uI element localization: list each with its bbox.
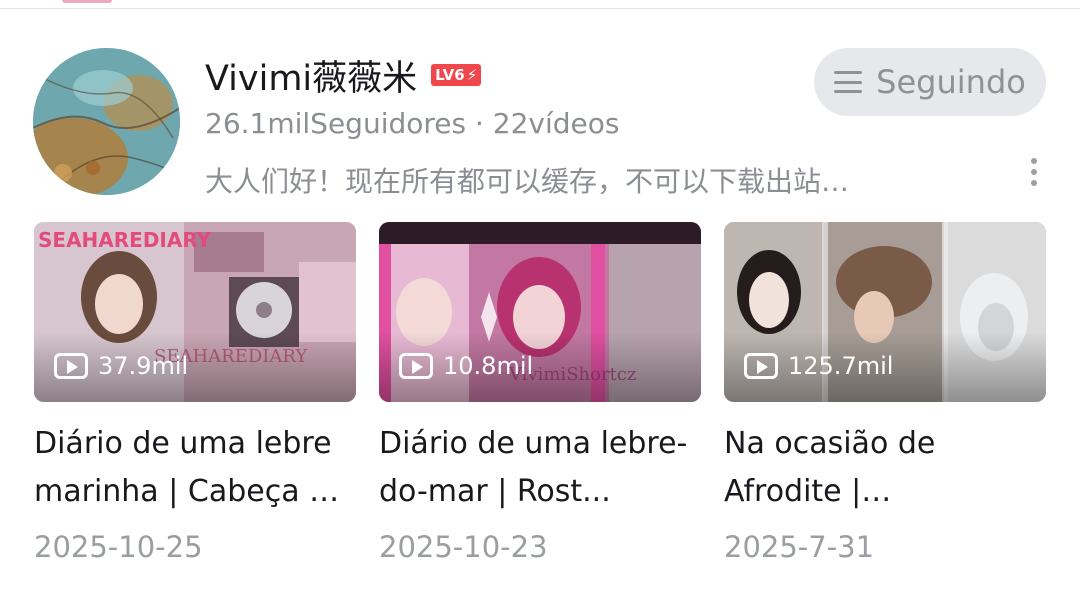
video-thumbnail[interactable]: SEAHAREDIARY SEAHAREDIARY 37.9mil [34, 222, 356, 402]
video-title[interactable]: Na ocasião de Afrodite | Acelerado... [724, 420, 1046, 516]
lightning-icon: ⚡ [466, 66, 478, 84]
video-title[interactable]: Diário de uma lebre marinha | Cabeça e .… [34, 420, 356, 516]
avatar-image [33, 48, 180, 195]
view-count: 125.7mil [744, 352, 893, 380]
video-thumbnail[interactable]: VivimiShortcz 10.8mil [379, 222, 701, 402]
channel-stats: 26.1milSeguidores · 22vídeos [205, 107, 620, 140]
view-count-text: 10.8mil [443, 352, 534, 380]
video-title[interactable]: Diário de uma lebre-do-mar | Rost... [379, 420, 701, 516]
channel-name[interactable]: Vivimi薇薇米 [205, 50, 417, 101]
top-divider [0, 0, 1080, 9]
view-count: 37.9mil [54, 352, 188, 380]
more-dot [1031, 180, 1037, 186]
view-count-text: 37.9mil [98, 352, 189, 380]
channel-avatar[interactable] [33, 48, 180, 195]
video-date: 2025-10-23 [379, 530, 548, 564]
play-icon [399, 353, 433, 379]
video-date: 2025-7-31 [724, 530, 875, 564]
more-vertical-icon[interactable] [1018, 152, 1050, 192]
view-count-text: 125.7mil [788, 352, 894, 380]
video-card[interactable]: VivimiShortcz 10.8mil Diário de uma lebr… [379, 222, 701, 564]
more-dot [1031, 169, 1037, 175]
video-card[interactable]: SEAHAREDIARY SEAHAREDIARY 37.9mil Diário… [34, 222, 356, 564]
more-dot [1031, 158, 1037, 164]
view-count: 10.8mil [399, 352, 533, 380]
play-icon [54, 353, 88, 379]
channel-name-row: Vivimi薇薇米 LV6 ⚡ [205, 50, 482, 101]
channel-bio[interactable]: 大人们好！现在所有都可以缓存，不可以下载出站… [205, 160, 945, 200]
svg-text:SEAHAREDIARY: SEAHAREDIARY [38, 228, 212, 252]
level-badge: LV6 ⚡ [431, 64, 482, 86]
video-card[interactable]: 125.7mil Na ocasião de Afrodite | Aceler… [724, 222, 1046, 564]
active-tab-indicator [62, 0, 112, 3]
video-date: 2025-10-25 [34, 530, 203, 564]
video-thumbnail[interactable]: 125.7mil [724, 222, 1046, 402]
following-button-label: Seguindo [876, 63, 1026, 101]
menu-icon [834, 71, 863, 93]
play-icon [744, 353, 778, 379]
following-button[interactable]: Seguindo [814, 48, 1046, 116]
level-badge-text: LV6 [435, 66, 465, 84]
